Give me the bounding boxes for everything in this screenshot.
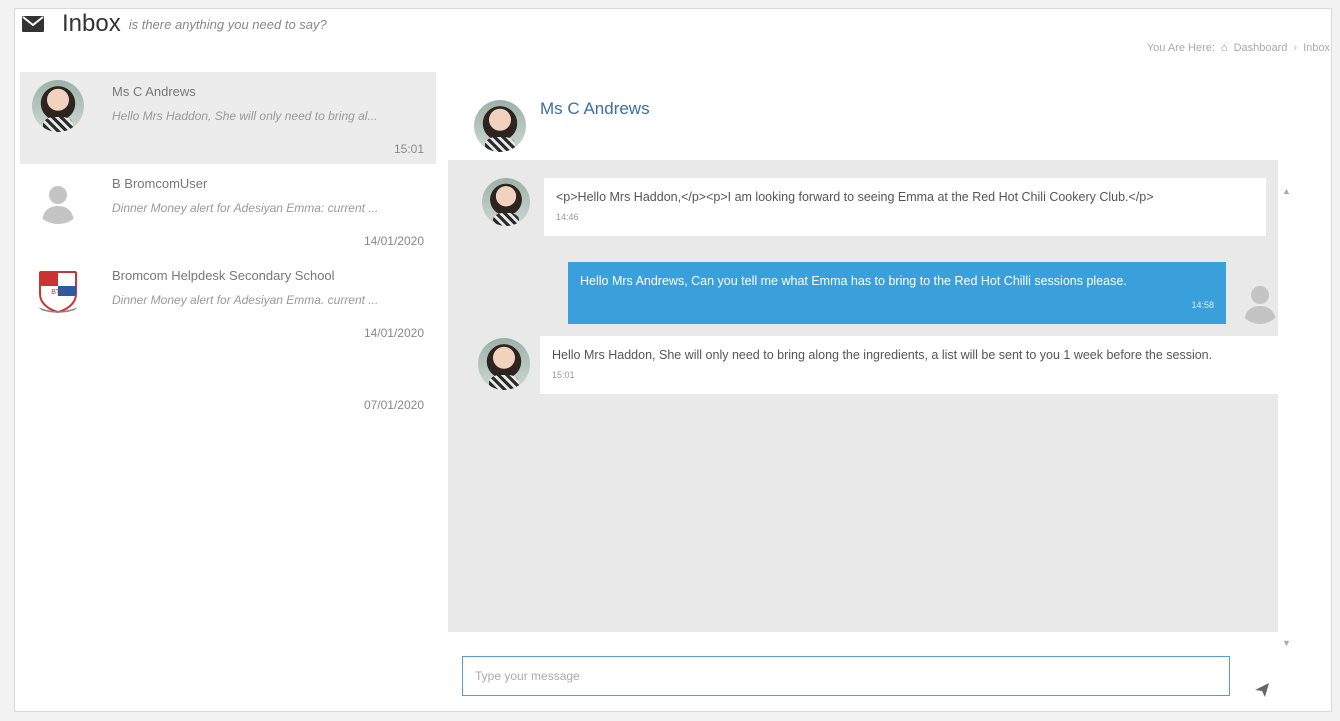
school-logo: BTS — [32, 264, 84, 316]
message-bubble: Hello Mrs Haddon, She will only need to … — [540, 336, 1286, 394]
message-input[interactable] — [463, 657, 1229, 695]
scroll-down-icon[interactable]: ▼ — [1282, 638, 1291, 648]
message-bubble: <p>Hello Mrs Haddon,</p><p>I am looking … — [544, 178, 1266, 236]
conversation-time: 14/01/2020 — [363, 234, 424, 248]
conversation-time: 07/01/2020 — [363, 398, 424, 412]
avatar — [32, 80, 84, 132]
message-bubble-outgoing: Hello Mrs Andrews, Can you tell me what … — [568, 262, 1226, 324]
page-title: Inbox — [62, 10, 121, 37]
chat-contact-name: Ms C Andrews — [540, 99, 650, 118]
page-subtitle: is there anything you need to say? — [128, 16, 327, 32]
conversation-name: Ms C Andrews — [112, 84, 196, 99]
breadcrumb-dashboard-link[interactable]: Dashboard — [1234, 42, 1288, 54]
envelope-icon — [22, 16, 44, 32]
conversation-item[interactable]: Ms C Andrews Hello Mrs Haddon, She will … — [20, 72, 436, 164]
conversation-preview: Hello Mrs Haddon, She will only need to … — [112, 109, 378, 123]
conversation-name: Bromcom Helpdesk Secondary School — [112, 268, 335, 283]
conversation-item[interactable]: B BromcomUser Dinner Money alert for Ade… — [20, 164, 436, 256]
conversation-time: 14/01/2020 — [363, 326, 424, 340]
generic-user-icon — [32, 172, 84, 224]
message-time: 14:46 — [556, 212, 579, 222]
svg-text:BTS: BTS — [51, 289, 65, 296]
conversation-preview: Dinner Money alert for Adesiyan Emma: cu… — [112, 201, 379, 215]
breadcrumb-current: Inbox — [1303, 42, 1330, 54]
message-composer — [462, 656, 1230, 696]
message-time: 15:01 — [552, 370, 575, 380]
breadcrumb-separator-icon: › — [1293, 42, 1298, 54]
message-text: Hello Mrs Andrews, Can you tell me what … — [580, 274, 1127, 288]
home-icon: ⌂ — [1220, 42, 1228, 54]
message-text: <p>Hello Mrs Haddon,</p><p>I am looking … — [556, 190, 1154, 204]
conversation-name: B BromcomUser — [112, 176, 208, 191]
conversation-list: Ms C Andrews Hello Mrs Haddon, She will … — [20, 72, 436, 440]
avatar — [478, 338, 530, 390]
conversation-item[interactable]: BTS Bromcom Helpdesk Secondary School Di… — [20, 256, 436, 348]
scroll-up-icon[interactable]: ▲ — [1282, 186, 1291, 196]
avatar — [482, 178, 530, 226]
chat-header: Ms C Andrews — [474, 90, 650, 152]
message-text: Hello Mrs Haddon, She will only need to … — [552, 348, 1213, 362]
page-header: Inbox is there anything you need to say? — [22, 10, 327, 38]
generic-user-icon — [1238, 280, 1282, 324]
avatar — [474, 100, 526, 152]
breadcrumb-prefix: You Are Here: — [1146, 42, 1215, 54]
conversation-item[interactable]: 07/01/2020 — [20, 348, 436, 440]
conversation-time: 15:01 — [393, 142, 424, 156]
message-time: 14:58 — [1191, 300, 1214, 310]
conversation-preview: Dinner Money alert for Adesiyan Emma. cu… — [112, 293, 379, 307]
breadcrumb: You Are Here: ⌂ Dashboard › Inbox — [1147, 42, 1330, 54]
chat-scrollbar[interactable]: ▲ ▼ — [1282, 186, 1292, 648]
send-icon[interactable] — [1252, 680, 1272, 700]
